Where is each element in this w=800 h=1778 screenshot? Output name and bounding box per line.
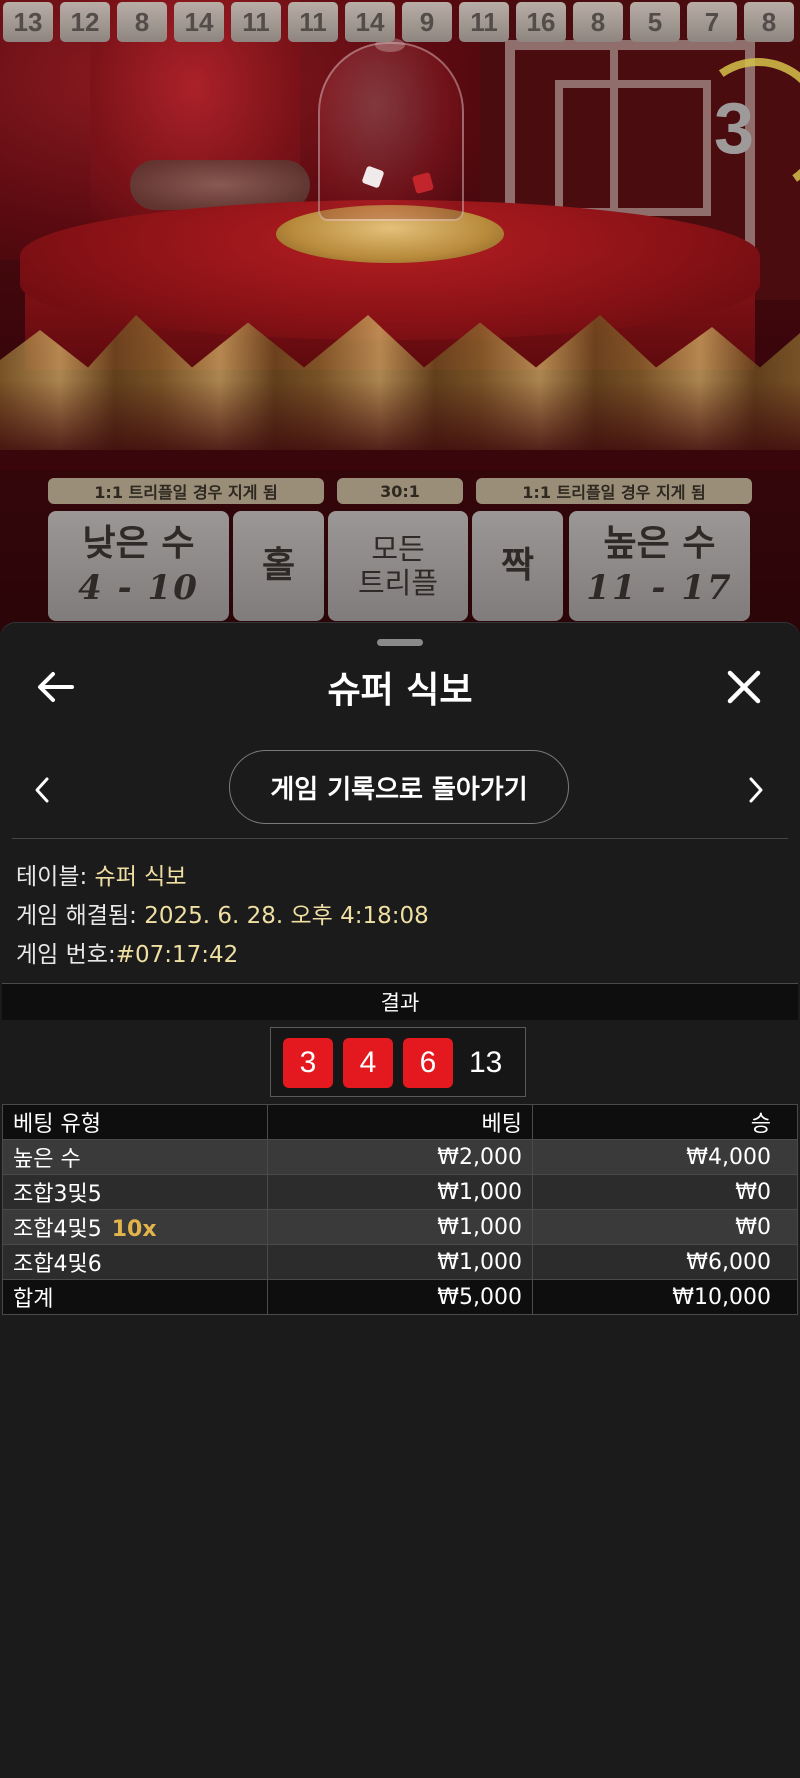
info-label: 테이블: (16, 864, 88, 890)
history-result-cell: 16 (516, 2, 566, 42)
win-amount: ₩0 (532, 1174, 798, 1210)
payout-tag-big: 1:1 트리플일 경우 지게 됨 (476, 478, 752, 504)
history-result-cell: 12 (60, 2, 110, 42)
results-history-strip: 13 12 8 14 11 11 14 9 11 16 8 5 7 8 (0, 0, 800, 46)
payout-tag-small: 1:1 트리플일 경우 지게 됨 (48, 478, 324, 504)
bet-amount: ₩1,000 (267, 1209, 533, 1245)
bet-spot-label: 짝 (500, 545, 535, 586)
history-result-cell: 11 (459, 2, 509, 42)
sheet-drag-handle[interactable] (377, 639, 423, 646)
history-result-cell: 11 (288, 2, 338, 42)
column-header: 베팅 유형 (2, 1104, 268, 1140)
history-result-cell: 8 (573, 2, 623, 42)
bet-spot-small[interactable]: 낮은 수 4 - 10 (48, 511, 229, 621)
payout-tag-triple: 30:1 (337, 478, 463, 504)
win-amount: ₩6,000 (532, 1244, 798, 1280)
bet-amount: ₩1,000 (267, 1244, 533, 1280)
multiplier-badge: 10x (111, 1217, 157, 1242)
bet-spot-big[interactable]: 높은 수 11 - 17 (569, 511, 750, 621)
table-row: 조합4및5 10x ₩1,000 ₩0 (2, 1209, 798, 1245)
chevron-right-icon (749, 777, 763, 803)
table-row: 조합4및6 ₩1,000 ₩6,000 (2, 1244, 798, 1280)
history-result-cell: 7 (687, 2, 737, 42)
history-result-cell: 8 (117, 2, 167, 42)
bet-spot-any-triple[interactable]: 모든 트리플 (328, 511, 468, 621)
next-game-button[interactable] (744, 773, 768, 807)
info-value: #07:17:42 (115, 942, 239, 968)
dice-shaker-dome (318, 42, 464, 221)
die-result: 6 (403, 1038, 453, 1088)
total-win: ₩10,000 (532, 1279, 798, 1315)
bet-type: 높은 수 (13, 1147, 81, 1172)
die-result: 4 (343, 1038, 393, 1088)
bets-table: 베팅 유형 베팅 승 높은 수 ₩2,000 ₩4,000 조합3및5 ₩1,0… (2, 1104, 798, 1315)
bet-spot-odd[interactable]: 홀 (233, 511, 324, 621)
bet-amount: ₩2,000 (267, 1139, 533, 1175)
bet-spot-label: 높은 수 (603, 523, 716, 564)
bet-spot-range: 11 - 17 (586, 568, 733, 608)
result-header: 결과 (2, 983, 798, 1021)
win-amount: ₩0 (532, 1209, 798, 1245)
history-result-cell: 14 (345, 2, 395, 42)
info-resolved: 게임 해결됨: 2025. 6. 28. 오후 4:18:08 (16, 896, 429, 930)
history-result-cell: 9 (402, 2, 452, 42)
history-result-cell: 14 (174, 2, 224, 42)
die-result: 3 (283, 1038, 333, 1088)
countdown-timer: 3 (713, 89, 755, 169)
history-result-cell: 11 (231, 2, 281, 42)
return-to-history-button[interactable]: 게임 기록으로 돌아가기 (229, 750, 569, 824)
bet-spot-label: 트리플 (357, 566, 439, 600)
info-value: 슈퍼 식보 (94, 864, 187, 890)
total-label: 합계 (2, 1279, 268, 1315)
dice-result: 3 4 6 13 (270, 1027, 526, 1097)
history-result-cell: 13 (3, 2, 53, 42)
sheet-title: 슈퍼 식보 (327, 670, 473, 711)
info-label: 게임 해결됨: (16, 903, 137, 929)
bet-spot-label: 모든 (371, 532, 425, 566)
game-details-sheet: 슈퍼 식보 게임 기록으로 돌아가기 테이블: 슈퍼 식보 게임 해결됨: 20… (0, 623, 800, 1778)
bet-spot-range: 4 - 10 (78, 568, 199, 608)
history-result-cell: 8 (744, 2, 794, 42)
bet-spot-label: 낮은 수 (82, 523, 195, 564)
info-value: 2025. 6. 28. 오후 4:18:08 (144, 903, 429, 929)
history-result-cell: 5 (630, 2, 680, 42)
table-header-row: 베팅 유형 베팅 승 (2, 1104, 798, 1140)
column-header: 승 (532, 1104, 798, 1140)
total-row: 합계 ₩5,000 ₩10,000 (2, 1279, 798, 1315)
info-label: 게임 번호: (16, 942, 116, 968)
bet-spot-label: 홀 (261, 545, 296, 586)
total-bet: ₩5,000 (267, 1279, 533, 1315)
chevron-left-icon (35, 777, 49, 803)
bet-amount: ₩1,000 (267, 1174, 533, 1210)
table-row: 높은 수 ₩2,000 ₩4,000 (2, 1139, 798, 1175)
info-table: 테이블: 슈퍼 식보 (16, 857, 187, 891)
divider (12, 838, 788, 839)
bet-type: 조합3및5 (13, 1182, 102, 1207)
close-button[interactable] (722, 665, 766, 709)
close-icon (727, 670, 761, 704)
win-amount: ₩4,000 (532, 1139, 798, 1175)
bet-type: 조합4및5 (13, 1217, 102, 1242)
bet-spot-even[interactable]: 짝 (472, 511, 563, 621)
info-game-number: 게임 번호:#07:17:42 (16, 935, 238, 969)
dice-total: 13 (469, 1046, 503, 1079)
column-header: 베팅 (267, 1104, 533, 1140)
previous-game-button[interactable] (30, 773, 54, 807)
bet-type: 조합4및6 (13, 1252, 102, 1277)
table-row: 조합3및5 ₩1,000 ₩0 (2, 1174, 798, 1210)
